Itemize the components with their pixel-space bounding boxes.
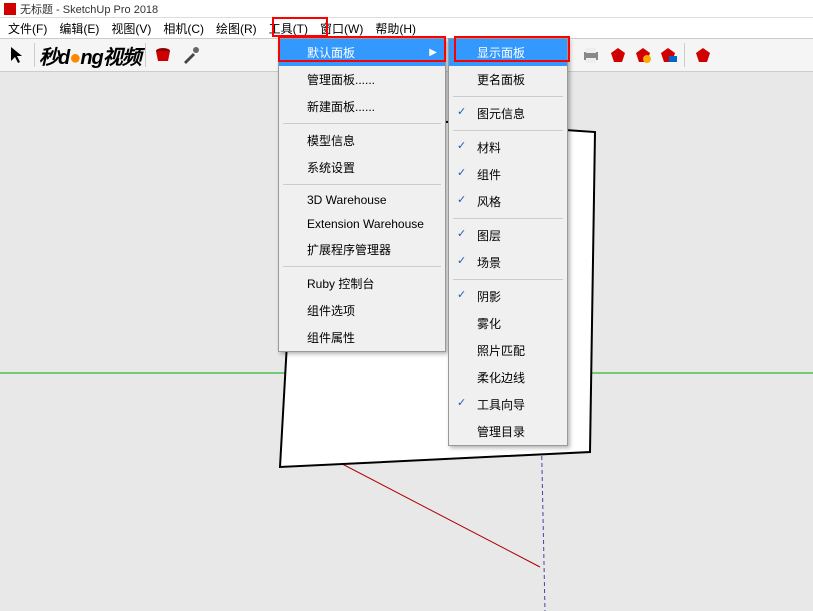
check-icon: ✓ [457, 193, 466, 206]
menu-edit[interactable]: 编辑(E) [53, 18, 105, 39]
submenu-item-label: 组件 [477, 168, 501, 182]
window-dropdown-menu: 默认面板 ▶ 管理面板...... 新建面板...... 模型信息 系统设置 3… [278, 38, 446, 352]
menubar: 文件(F) 编辑(E) 视图(V) 相机(C) 绘图(R) 工具(T) 窗口(W… [0, 18, 813, 38]
window-title: 无标题 - SketchUp Pro 2018 [20, 1, 158, 17]
menu-item-component-options[interactable]: 组件选项 [279, 297, 445, 324]
toolbar-sep [34, 43, 35, 67]
menu-camera[interactable]: 相机(C) [157, 18, 210, 39]
menu-window[interactable]: 窗口(W) [314, 18, 369, 39]
tool-ruby2-icon[interactable] [630, 42, 656, 68]
submenu-item-label: 图元信息 [477, 107, 525, 121]
submenu-item-label: 工具向导 [477, 398, 525, 412]
submenu-item-styles[interactable]: ✓ 风格 [449, 188, 567, 215]
submenu-separator [453, 96, 563, 97]
tool-bucket-icon[interactable] [150, 42, 176, 68]
menu-help[interactable]: 帮助(H) [369, 18, 422, 39]
tool-ruby4-icon[interactable] [690, 42, 716, 68]
menu-item-new-panel[interactable]: 新建面板...... [279, 93, 445, 120]
submenu-item-label: 更名面板 [477, 73, 525, 87]
menu-item-3d-warehouse[interactable]: 3D Warehouse [279, 188, 445, 212]
menu-item-label: Ruby 控制台 [307, 275, 374, 292]
menu-separator [283, 184, 441, 185]
menu-item-label: 3D Warehouse [307, 193, 387, 207]
menu-separator [283, 266, 441, 267]
submenu-separator [453, 130, 563, 131]
check-icon: ✓ [457, 396, 466, 409]
menu-view[interactable]: 视图(V) [105, 18, 157, 39]
menu-item-label: Extension Warehouse [307, 217, 424, 231]
submenu-item-label: 风格 [477, 195, 501, 209]
menu-item-default-panel[interactable]: 默认面板 ▶ [279, 39, 445, 66]
submenu-item-label: 显示面板 [477, 46, 525, 60]
submenu-item-label: 材料 [477, 141, 501, 155]
submenu-separator [453, 218, 563, 219]
submenu-item-manage-catalog[interactable]: 管理目录 [449, 418, 567, 445]
submenu-item-components[interactable]: ✓ 组件 [449, 161, 567, 188]
menu-item-label: 组件选项 [307, 302, 355, 319]
submenu-separator [453, 279, 563, 280]
menu-item-system-settings[interactable]: 系统设置 [279, 154, 445, 181]
submenu-item-layers[interactable]: ✓ 图层 [449, 222, 567, 249]
menu-item-label: 模型信息 [307, 132, 355, 149]
submenu-arrow-icon: ▶ [429, 47, 437, 58]
menu-item-label: 扩展程序管理器 [307, 241, 391, 258]
check-icon: ✓ [457, 166, 466, 179]
submenu-item-label: 柔化边线 [477, 371, 525, 385]
check-icon: ✓ [457, 105, 466, 118]
check-icon: ✓ [457, 254, 466, 267]
toolbar-sep [145, 43, 146, 67]
menu-item-label: 组件属性 [307, 329, 355, 346]
app-icon [4, 3, 16, 15]
tool-cursor-icon[interactable] [4, 42, 30, 68]
menu-item-label: 新建面板...... [307, 98, 375, 115]
panel-submenu: 显示面板 更名面板 ✓图元信息 ✓材料 ✓组件 ✓风格 ✓图层 ✓场景 ✓阴影 … [448, 38, 568, 446]
submenu-item-label: 阴影 [477, 290, 501, 304]
submenu-item-label: 照片匹配 [477, 344, 525, 358]
logo: 秒d●ng视频 [39, 40, 141, 70]
menu-item-label: 管理面板...... [307, 71, 375, 88]
toolbar-sep [684, 43, 685, 67]
submenu-item-rename-panel[interactable]: 更名面板 [449, 66, 567, 93]
submenu-item-shadows[interactable]: ✓ 阴影 [449, 283, 567, 310]
tool-ruby3-icon[interactable] [655, 42, 681, 68]
menu-item-label: 系统设置 [307, 159, 355, 176]
submenu-item-fog[interactable]: 雾化 [449, 310, 567, 337]
check-icon: ✓ [457, 227, 466, 240]
menu-item-ruby-console[interactable]: Ruby 控制台 [279, 270, 445, 297]
submenu-item-label: 图层 [477, 229, 501, 243]
titlebar: 无标题 - SketchUp Pro 2018 [0, 0, 813, 18]
menu-item-model-info[interactable]: 模型信息 [279, 127, 445, 154]
menu-draw[interactable]: 绘图(R) [210, 18, 263, 39]
check-icon: ✓ [457, 288, 466, 301]
submenu-item-label: 场景 [477, 256, 501, 270]
submenu-item-entity-info[interactable]: ✓ 图元信息 [449, 100, 567, 127]
submenu-item-soften-edges[interactable]: 柔化边线 [449, 364, 567, 391]
menu-separator [283, 123, 441, 124]
submenu-item-instructor[interactable]: ✓ 工具向导 [449, 391, 567, 418]
submenu-item-label: 雾化 [477, 317, 501, 331]
submenu-item-show-panel[interactable]: 显示面板 [449, 39, 567, 66]
menu-item-manage-panel[interactable]: 管理面板...... [279, 66, 445, 93]
check-icon: ✓ [457, 139, 466, 152]
submenu-item-label: 管理目录 [477, 425, 525, 439]
tool-ruby1-icon[interactable] [605, 42, 631, 68]
logo-text: 秒d●ng视频 [39, 41, 141, 70]
menu-item-component-attrs[interactable]: 组件属性 [279, 324, 445, 351]
menu-item-extension-warehouse[interactable]: Extension Warehouse [279, 212, 445, 236]
submenu-item-scenes[interactable]: ✓ 场景 [449, 249, 567, 276]
menu-item-label: 默认面板 [307, 44, 355, 61]
submenu-item-match-photo[interactable]: 照片匹配 [449, 337, 567, 364]
menu-tools[interactable]: 工具(T) [263, 18, 314, 39]
tool-print-icon[interactable] [578, 42, 604, 68]
submenu-item-materials[interactable]: ✓ 材料 [449, 134, 567, 161]
menu-item-extension-manager[interactable]: 扩展程序管理器 [279, 236, 445, 263]
tool-eyedropper-icon[interactable] [178, 42, 204, 68]
menu-file[interactable]: 文件(F) [2, 18, 53, 39]
